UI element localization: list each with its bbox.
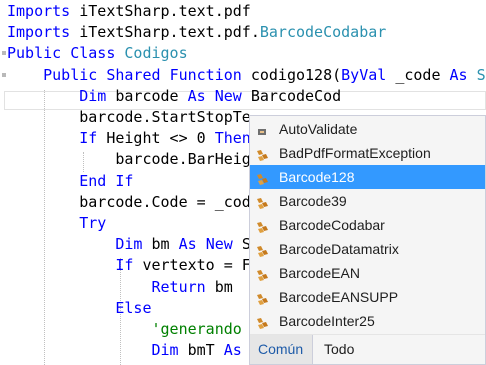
code-token: Try bbox=[7, 214, 107, 232]
code-token: Public bbox=[7, 44, 71, 63]
code-token: vertexto = F bbox=[142, 256, 251, 275]
code-token: Shared bbox=[106, 65, 170, 84]
code-line: Dim barcode As New BarcodeCod bbox=[7, 86, 341, 107]
completion-item-label: BarcodeDatamatrix bbox=[279, 241, 399, 257]
code-token: Public bbox=[7, 65, 107, 84]
code-token: As bbox=[178, 235, 206, 254]
class-icon bbox=[255, 218, 271, 233]
code-token: BarcodeCodabar bbox=[259, 23, 387, 42]
code-token: barcode bbox=[115, 86, 188, 105]
completion-item[interactable]: BarcodeInter25 bbox=[250, 309, 485, 333]
code-token: bm bbox=[151, 235, 179, 254]
code-token: Class bbox=[70, 44, 125, 63]
class-icon bbox=[255, 314, 271, 329]
code-token: Height <> 0 bbox=[106, 129, 215, 148]
code-token: If bbox=[115, 171, 134, 190]
code-token: barcode.StartStopTe bbox=[7, 108, 251, 126]
completion-item-label: BarcodeEAN bbox=[279, 265, 360, 281]
completion-item-label: BadPdfFormatException bbox=[279, 145, 431, 161]
completion-item[interactable]: BarcodeDatamatrix bbox=[250, 237, 485, 261]
completion-item-label: AutoValidate bbox=[279, 121, 358, 137]
code-line: End If bbox=[7, 171, 133, 192]
code-token: New bbox=[205, 235, 242, 254]
class-icon bbox=[255, 194, 271, 209]
code-token: If bbox=[7, 129, 107, 148]
code-token: bm bbox=[214, 277, 233, 296]
code-token: Imports bbox=[7, 2, 80, 20]
code-token: As bbox=[187, 86, 215, 105]
code-line: If Height <> 0 Then bbox=[7, 128, 251, 149]
code-token: codigo128( bbox=[250, 65, 342, 84]
code-line: Else bbox=[7, 298, 152, 319]
code-line: Return bm bbox=[7, 277, 233, 298]
completion-item-label: BarcodeEANSUPP bbox=[279, 289, 399, 305]
code-token: BarcodeCod bbox=[250, 86, 342, 105]
code-token: barcode.BarHeig bbox=[7, 150, 251, 169]
class-icon bbox=[255, 242, 271, 257]
code-token: _code bbox=[395, 65, 450, 84]
property-icon bbox=[255, 122, 271, 136]
code-token: Imports bbox=[7, 23, 80, 42]
code-token: Dim bbox=[7, 86, 116, 105]
completion-item-label: Barcode39 bbox=[279, 193, 347, 209]
code-line: Dim bm As New S bbox=[7, 234, 250, 255]
code-token: Function bbox=[169, 65, 251, 84]
code-line: Try bbox=[7, 213, 106, 234]
completion-item[interactable]: BarcodeEAN bbox=[250, 261, 485, 285]
code-token: If bbox=[7, 256, 143, 275]
code-token: New bbox=[214, 86, 251, 105]
completion-item-label: BarcodeInter25 bbox=[279, 313, 375, 329]
code-line: Dim bmT As bbox=[7, 340, 242, 361]
code-token: Then bbox=[214, 129, 251, 148]
completion-item[interactable]: BadPdfFormatException bbox=[250, 141, 485, 165]
code-token: 'generando bbox=[7, 320, 242, 338]
completion-item-label: BarcodeCodabar bbox=[279, 217, 385, 233]
completion-item[interactable]: BarcodeCodabar bbox=[250, 213, 485, 237]
code-line: Public Class Codigos bbox=[7, 43, 188, 64]
code-token: As bbox=[449, 65, 477, 84]
code-token: End bbox=[7, 171, 116, 190]
code-line: Imports iTextSharp.text.pdf.BarcodeCodab… bbox=[7, 22, 386, 43]
completion-item[interactable]: Barcode128 bbox=[250, 165, 485, 189]
code-token: Else bbox=[7, 298, 152, 317]
completion-list[interactable]: AutoValidate BadPdfFormatException Barcode… bbox=[250, 116, 485, 334]
completion-item[interactable]: Barcode39 bbox=[250, 189, 485, 213]
class-icon bbox=[255, 290, 271, 305]
code-token: iTextSharp.text.pdf bbox=[79, 2, 251, 20]
code-line: If vertexto = F bbox=[7, 255, 251, 276]
intellisense-popup[interactable]: AutoValidate BadPdfFormatException Barcode… bbox=[249, 115, 486, 365]
class-icon bbox=[255, 266, 271, 281]
code-token: ByVal bbox=[341, 65, 396, 84]
tab-common[interactable]: Común bbox=[250, 335, 313, 364]
code-token: St bbox=[476, 65, 486, 84]
code-line: barcode.BarHeig bbox=[7, 149, 251, 170]
code-token: iTextSharp.text.pdf. bbox=[79, 23, 260, 42]
class-icon bbox=[255, 170, 271, 185]
code-token: bmT bbox=[187, 341, 224, 360]
code-line: 'generando bbox=[7, 319, 242, 340]
outline-marker bbox=[2, 73, 6, 77]
code-token: Codigos bbox=[124, 44, 188, 63]
completion-item[interactable]: AutoValidate bbox=[250, 117, 485, 141]
code-token: As bbox=[223, 341, 242, 360]
code-line: barcode.StartStopTe bbox=[7, 107, 251, 128]
code-token: Return bbox=[7, 277, 215, 296]
completion-item[interactable]: BarcodeEANSUPP bbox=[250, 285, 485, 309]
class-icon bbox=[255, 146, 271, 161]
code-token: Dim bbox=[7, 341, 188, 360]
tab-all[interactable]: Todo bbox=[316, 335, 362, 364]
completion-tabs: Común Todo bbox=[250, 334, 485, 364]
code-token: barcode.Code = _cod bbox=[7, 192, 251, 211]
outline-marker bbox=[2, 51, 6, 55]
code-line: Public Shared Function codigo128(ByVal _… bbox=[7, 65, 486, 86]
code-line: Imports iTextSharp.text.pdf bbox=[7, 1, 251, 22]
code-token: Dim bbox=[7, 235, 152, 254]
code-line: barcode.Code = _cod bbox=[7, 192, 251, 213]
completion-item-label: Barcode128 bbox=[279, 169, 355, 185]
